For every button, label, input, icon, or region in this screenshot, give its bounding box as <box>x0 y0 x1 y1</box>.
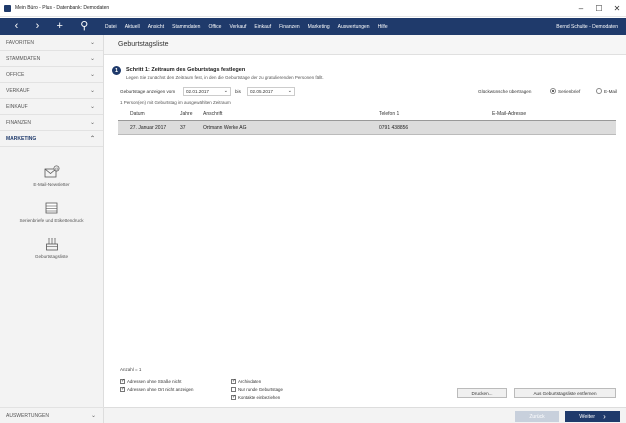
chevron-down-icon: ⌄ <box>89 40 95 46</box>
birthday-table: Datum Jahre Anschrift Telefon 1 E-Mail-A… <box>118 108 616 135</box>
app-logo-icon <box>4 4 11 12</box>
tool-serienbriefe[interactable]: Serienbriefe und Etikettendruck <box>0 201 103 223</box>
radio-serienbrief[interactable]: Serienbrief <box>550 88 580 94</box>
row-count: Anzahl = 1 <box>120 367 142 372</box>
chevron-down-icon: ⌄ <box>89 104 95 110</box>
radio-selected-icon <box>550 88 556 94</box>
menu-marketing[interactable]: Marketing <box>308 24 330 30</box>
menu-office[interactable]: Office <box>208 24 221 30</box>
remove-from-list-button[interactable]: Aus Geburtstagsliste entfernen <box>514 388 616 398</box>
chevron-down-icon: ⌄ <box>89 56 95 62</box>
range-label: Geburtstage anzeigen vom <box>120 89 176 94</box>
window-titlebar: Mein Büro - Plus - Datenbank: Demodaten … <box>0 0 626 17</box>
column-telefon[interactable]: Telefon 1 <box>379 111 492 117</box>
close-button[interactable]: ✕ <box>608 0 626 17</box>
radio-email[interactable]: E-Mail <box>596 88 617 94</box>
add-icon[interactable]: + <box>57 21 63 32</box>
window-controls: – ☐ ✕ <box>572 0 626 17</box>
menu-stammdaten[interactable]: Stammdaten <box>172 24 200 30</box>
chevron-down-icon[interactable]: ⌄ <box>288 88 292 94</box>
chevron-up-icon: ⌃ <box>89 136 95 142</box>
back-button[interactable]: Zurück <box>515 411 559 422</box>
chevron-down-icon: ⌄ <box>89 88 95 94</box>
date-to-input[interactable]: 02.05.2017 ⌄ <box>247 87 295 96</box>
chevron-down-icon: ⌄ <box>89 72 95 78</box>
radio-unselected-icon <box>596 88 602 94</box>
checkbox-no-city[interactable]: Adressen ohne Ort nicht anzeigen <box>120 386 193 392</box>
user-name[interactable]: Bernd Schulte - Demodaten <box>556 18 618 35</box>
window-title: Mein Büro - Plus - Datenbank: Demodaten <box>15 5 110 11</box>
menu-finanzen[interactable]: Finanzen <box>279 24 300 30</box>
menu-datei[interactable]: Datei <box>105 24 117 30</box>
checkbox-checked-icon <box>231 378 236 384</box>
minimize-button[interactable]: – <box>572 0 590 17</box>
menu-auswertungen[interactable]: Auswertungen <box>338 24 370 30</box>
menu-einkauf[interactable]: Einkauf <box>254 24 271 30</box>
chevron-down-icon[interactable]: ⌄ <box>224 88 228 94</box>
column-datum[interactable]: Datum <box>118 111 180 117</box>
sidebar-item-office[interactable]: OFFICE ⌄ <box>0 67 103 83</box>
checkbox-checked-icon <box>120 378 125 384</box>
bis-label: bis <box>235 89 241 94</box>
next-button[interactable]: Weiter › <box>565 411 620 422</box>
menu-hilfe[interactable]: Hilfe <box>378 24 388 30</box>
print-stack-icon <box>45 202 57 214</box>
greeting-label: Glückwünsche übertragen <box>478 89 532 94</box>
sidebar-item-favoriten[interactable]: FAVORITEN ⌄ <box>0 35 103 51</box>
date-from-input[interactable]: 02.01.2017 ⌄ <box>183 87 231 96</box>
forward-icon[interactable]: › <box>36 21 40 32</box>
footer-bar: Zurück Weiter › <box>104 407 626 423</box>
chevron-down-icon: ⌄ <box>89 120 95 126</box>
menu-ansicht[interactable]: Ansicht <box>148 24 164 30</box>
sidebar: FAVORITEN ⌄ STAMMDATEN ⌄ OFFICE ⌄ VERKAU… <box>0 35 104 423</box>
table-row[interactable]: 27. Januar 2017 37 Ortmann Werke AG 0791… <box>118 121 616 135</box>
maximize-button[interactable]: ☐ <box>590 0 608 17</box>
birthday-cake-icon <box>45 238 58 251</box>
checkbox-archive[interactable]: Archivdaten <box>231 378 261 384</box>
column-jahre[interactable]: Jahre <box>180 111 203 117</box>
column-anschrift[interactable]: Anschrift <box>203 111 379 117</box>
sidebar-item-auswertungen[interactable]: AUSWERTUNGEN ⌄ <box>0 407 104 423</box>
back-icon[interactable]: ‹ <box>15 21 19 32</box>
checkbox-checked-icon <box>120 386 125 392</box>
sidebar-item-stammdaten[interactable]: STAMMDATEN ⌄ <box>0 51 103 67</box>
sidebar-item-einkauf[interactable]: EINKAUF ⌄ <box>0 99 103 115</box>
checkbox-round-birthdays[interactable]: Nur runde Geburtstage <box>231 387 283 392</box>
newsletter-icon: @ <box>44 165 59 178</box>
menu-aktuell[interactable]: Aktuell <box>125 24 140 30</box>
checkbox-contacts[interactable]: Kontakte einbeziehen <box>231 394 280 400</box>
sidebar-item-finanzen[interactable]: FINANZEN ⌄ <box>0 115 103 131</box>
marketing-tools: @ E-Mail-Newsletter Serienbriefe und Eti… <box>0 147 103 259</box>
step-description: Legen Sie zunächst den Zeitraum fest, in… <box>126 75 324 80</box>
cell-anschrift: Ortmann Werke AG <box>203 124 247 131</box>
checkbox-no-street[interactable]: Adressen ohne Straße nicht <box>120 378 181 384</box>
menu-verkauf[interactable]: Verkauf <box>229 24 246 30</box>
chevron-right-icon: › <box>603 412 606 421</box>
tool-geburtstagsliste[interactable]: Geburtstagsliste <box>0 237 103 259</box>
sidebar-item-marketing[interactable]: MARKETING ⌃ <box>0 131 103 147</box>
step-number-badge: 1 <box>112 66 121 75</box>
sidebar-item-verkauf[interactable]: VERKAUF ⌄ <box>0 83 103 99</box>
svg-text:@: @ <box>54 166 58 171</box>
search-icon[interactable]: ⚲ <box>80 21 88 32</box>
cell-jahre: 37 <box>180 124 186 131</box>
chevron-down-icon: ⌄ <box>90 413 96 419</box>
checkbox-unchecked-icon <box>231 387 236 392</box>
page-title: Geburtstagsliste <box>104 35 626 55</box>
print-button[interactable]: Drucken... <box>457 388 507 398</box>
column-email[interactable]: E-Mail-Adresse <box>492 111 616 117</box>
menu-items: Datei Aktuell Ansicht Stammdaten Office … <box>105 18 396 35</box>
checkbox-checked-icon <box>231 394 236 400</box>
table-header: Datum Jahre Anschrift Telefon 1 E-Mail-A… <box>118 108 616 121</box>
tool-email-newsletter[interactable]: @ E-Mail-Newsletter <box>0 165 103 187</box>
menu-bar: ‹ › + ⚲ Datei Aktuell Ansicht Stammdaten… <box>0 18 626 35</box>
cell-datum: 27. Januar 2017 <box>130 124 167 131</box>
cell-telefon: 0791 438856 <box>379 124 409 131</box>
found-summary: 1 Person(en) mit Geburtstag im ausgewähl… <box>120 100 231 105</box>
step-title: Schritt 1: Zeitraum des Geburtstags fest… <box>126 67 246 73</box>
nav-buttons: ‹ › + ⚲ <box>0 18 103 35</box>
